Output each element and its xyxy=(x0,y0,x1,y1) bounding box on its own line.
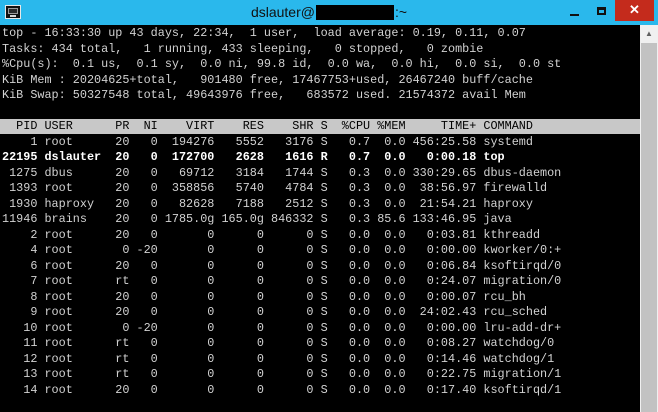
summary-line: top - 16:33:30 up 43 days, 22:34, 1 user… xyxy=(2,26,526,40)
maximize-button[interactable] xyxy=(588,0,615,21)
process-row: 11946 brains 20 0 1785.0g 165.0g 846332 … xyxy=(2,212,512,226)
process-row: 2 root 20 0 0 0 0 S 0.0 0.0 0:03.81 kthr… xyxy=(2,227,541,242)
process-row: 1 root 20 0 194276 5552 3176 S 0.7 0.0 4… xyxy=(2,134,533,149)
process-row: 1930 haproxy 20 0 82628 7188 2512 S 0.3 … xyxy=(2,196,533,211)
window-title: dslauter@ :~ xyxy=(0,4,658,20)
process-row: 12 root rt 0 0 0 0 S 0.0 0.0 0:14.46 wat… xyxy=(2,351,555,366)
close-icon: ✕ xyxy=(629,2,640,17)
process-table-header-text: PID USER PR NI VIRT RES SHR S %CPU %MEM … xyxy=(2,119,533,133)
summary-line: Tasks: 434 total, 1 running, 433 sleepin… xyxy=(2,41,484,56)
process-row: 6 root 20 0 0 0 0 S 0.0 0.0 0:06.84 ksof… xyxy=(2,258,562,273)
redacted-hostname xyxy=(315,5,394,20)
process-row: 14 root 20 0 0 0 0 S 0.0 0.0 0:17.40 kso… xyxy=(2,382,562,397)
close-button[interactable]: ✕ xyxy=(615,0,654,21)
scroll-up-icon[interactable]: ▲ xyxy=(640,25,658,42)
maximize-icon xyxy=(597,7,606,15)
summary-line: KiB Mem : 20204625+total, 901480 free, 1… xyxy=(2,72,533,87)
terminal-window: dslauter@ :~ ✕ top - 16:33:30 up 43 days,… xyxy=(0,0,658,412)
process-row: 10 root 0 -20 0 0 0 S 0.0 0.0 0:00.00 lr… xyxy=(2,320,562,335)
window-title-user: dslauter@ xyxy=(250,4,315,20)
summary-line: %Cpu(s): 0.1 us, 0.1 sy, 0.0 ni, 99.8 id… xyxy=(2,57,562,71)
vertical-scrollbar[interactable]: ▲ xyxy=(640,25,658,412)
title-bar[interactable]: dslauter@ :~ ✕ xyxy=(0,0,658,25)
process-row: 13 root rt 0 0 0 0 S 0.0 0.0 0:22.75 mig… xyxy=(2,367,562,381)
minimize-icon xyxy=(570,14,579,16)
process-row: 8 root 20 0 0 0 0 S 0.0 0.0 0:00.07 rcu_… xyxy=(2,289,526,304)
scrollbar-thumb[interactable] xyxy=(641,43,657,412)
process-row: 1275 dbus 20 0 69712 3184 1744 S 0.3 0.0… xyxy=(2,165,562,180)
process-row: 1393 root 20 0 358856 5740 4784 S 0.3 0.… xyxy=(2,181,548,195)
terminal-output[interactable]: top - 16:33:30 up 43 days, 22:34, 1 user… xyxy=(0,25,640,412)
window-title-path: :~ xyxy=(394,4,408,20)
process-row: 9 root 20 0 0 0 0 S 0.0 0.0 24:02.43 rcu… xyxy=(2,305,548,319)
process-row: 11 root rt 0 0 0 0 S 0.0 0.0 0:08.27 wat… xyxy=(2,336,555,350)
process-row: 4 root 0 -20 0 0 0 S 0.0 0.0 0:00.00 kwo… xyxy=(2,243,562,257)
process-row: 7 root rt 0 0 0 0 S 0.0 0.0 0:24.07 migr… xyxy=(2,274,562,288)
process-row: 22195 dslauter 20 0 172700 2628 1616 R 0… xyxy=(2,150,505,164)
process-table-header: PID USER PR NI VIRT RES SHR S %CPU %MEM … xyxy=(0,119,640,134)
summary-line: KiB Swap: 50327548 total, 49643976 free,… xyxy=(2,88,526,102)
minimize-button[interactable] xyxy=(561,0,588,21)
